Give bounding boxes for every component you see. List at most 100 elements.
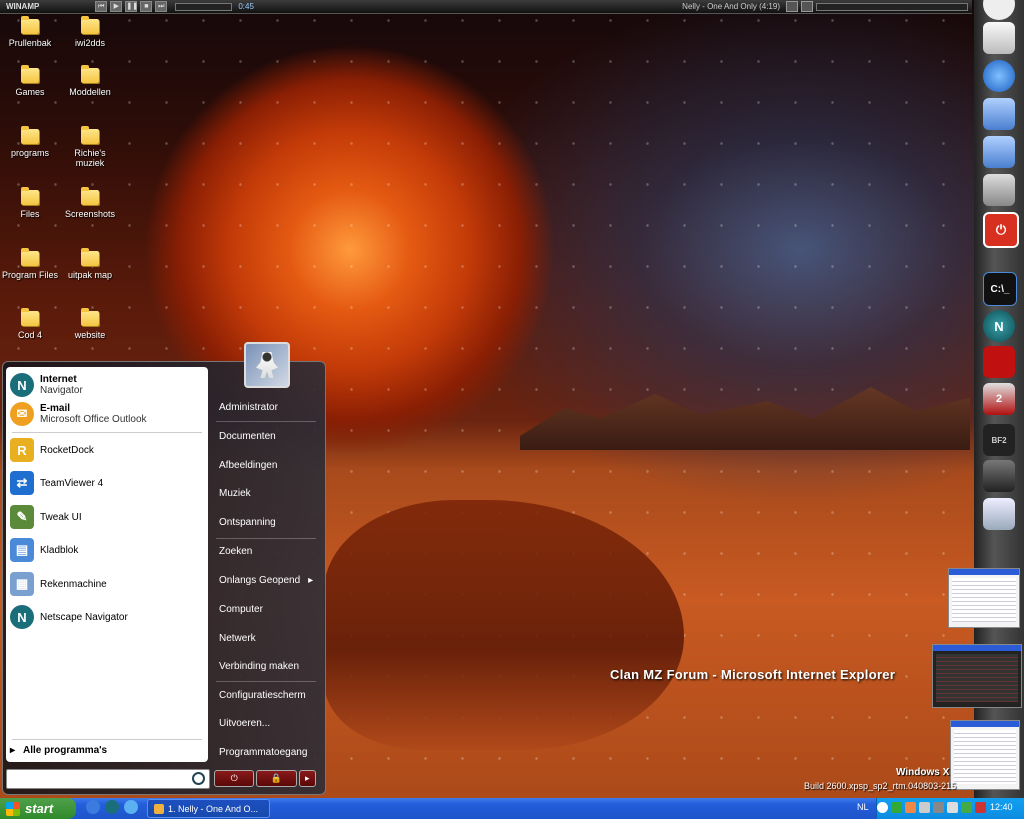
taskbar-clock[interactable]: 12:40 <box>990 802 1013 812</box>
play-icon[interactable]: ▶ <box>110 1 123 12</box>
quicklaunch-netscape-icon[interactable] <box>105 800 119 814</box>
program-netscape-navigator[interactable]: N Netscape Navigator <box>6 602 208 632</box>
window-thumbnail-task-manager[interactable] <box>950 720 1020 790</box>
lock-button[interactable]: 🔒 <box>256 770 297 787</box>
folder-icon <box>21 65 39 83</box>
teamviewer-icon: ⇄ <box>10 471 34 495</box>
shutdown-button[interactable]: ⏻ <box>214 770 255 787</box>
command-prompt-icon[interactable]: C:\_ <box>983 272 1017 306</box>
ie-window-title: Clan MZ Forum - Microsoft Internet Explo… <box>610 667 896 682</box>
start-menu-programs-panel: N Internet Navigator ✉ E-mail Microsoft Of… <box>6 367 208 762</box>
winamp-song-title: Nelly - One And Only (4:19) <box>682 2 780 11</box>
program-rocketdock[interactable]: R RocketDock <box>6 435 208 465</box>
all-programs-button[interactable]: ▸ Alle programma's <box>4 745 107 756</box>
desktop-icon-moddellen[interactable]: Moddellen <box>60 65 120 97</box>
folder-icon <box>21 187 39 205</box>
documents-icon[interactable] <box>983 22 1015 54</box>
pause-icon[interactable]: ❚❚ <box>125 1 138 12</box>
window-thumbnail-ie[interactable] <box>932 644 1022 708</box>
recycle-bin-icon[interactable] <box>983 498 1015 530</box>
start-right-programmatoegang[interactable]: Programmatoegang <box>219 747 307 758</box>
tray-app-icon[interactable] <box>947 802 958 813</box>
start-right-documenten[interactable]: Documenten <box>219 431 276 442</box>
program-tweak-ui[interactable]: ✎ Tweak UI <box>6 502 208 532</box>
winamp-mode-button[interactable] <box>801 1 813 12</box>
battlefield-icon[interactable]: BF2 <box>983 424 1015 456</box>
desktop-icon-prullenbak[interactable]: Prullenbak <box>0 16 60 48</box>
start-right-computer[interactable]: Computer <box>219 604 263 615</box>
desktop-icon-programs[interactable]: programs <box>0 126 60 158</box>
winamp-controls: ⏮ ▶ ❚❚ ■ ⏭ <box>95 1 168 12</box>
program-rekenmachine[interactable]: ▦ Rekenmachine <box>6 569 208 599</box>
desktop-icon-iwi2dds[interactable]: iwi2dds <box>60 16 120 48</box>
desktop-icon-screenshots[interactable]: Screenshots <box>60 187 120 219</box>
desktop-icon-website[interactable]: website <box>60 308 120 340</box>
folder-icon[interactable] <box>983 98 1015 130</box>
desktop-icon-program-files[interactable]: Program Files <box>0 248 60 280</box>
vegas-icon[interactable]: 2 <box>983 383 1015 415</box>
desktop-icon-games[interactable]: Games <box>0 65 60 97</box>
separator <box>216 421 316 422</box>
program-teamviewer[interactable]: ⇄ TeamViewer 4 <box>6 468 208 498</box>
desktop-icon-richies-muziek[interactable]: Richie's muziek <box>60 126 120 168</box>
tray-app-icon[interactable] <box>975 802 986 813</box>
build-watermark: Build 2600.xpsp_sp2_rtm.040803-215 <box>804 781 957 791</box>
winamp-menu-button[interactable] <box>786 1 798 12</box>
windows-logo-icon <box>6 801 20 816</box>
winamp-seek-bar[interactable] <box>175 2 233 11</box>
pinned-internet[interactable]: N Internet Navigator <box>6 370 208 400</box>
start-right-uitvoeren[interactable]: Uitvoeren... <box>219 718 270 729</box>
next-icon[interactable]: ⏭ <box>155 1 168 12</box>
helmet-icon[interactable] <box>983 460 1015 492</box>
quicklaunch-desktop-icon[interactable] <box>86 800 100 814</box>
network-folder-icon[interactable] <box>983 136 1015 168</box>
folder-icon <box>81 308 99 326</box>
taskbar-button-winamp[interactable]: 1. Nelly - One And O... <box>147 799 270 818</box>
start-right-muziek[interactable]: Muziek <box>219 488 251 499</box>
tools-icon[interactable] <box>983 174 1015 206</box>
start-right-onlangs-geopend[interactable]: Onlangs Geopend ▸ <box>219 575 313 586</box>
windows-watermark: Windows X <box>896 767 950 778</box>
tray-app-icon[interactable] <box>905 802 916 813</box>
desktop-icon-uitpak-map[interactable]: uitpak map <box>60 248 120 280</box>
program-kladblok[interactable]: ▤ Kladblok <box>6 535 208 565</box>
language-indicator[interactable]: NL <box>857 802 869 812</box>
tray-app-icon[interactable] <box>961 802 972 813</box>
tray-expand-icon[interactable] <box>877 802 888 813</box>
power-icon[interactable]: ⏻ <box>983 212 1019 248</box>
outlook-icon: ✉ <box>10 402 34 426</box>
start-right-ontspanning[interactable]: Ontspanning <box>219 517 276 528</box>
arrow-right-icon: ▸ <box>10 745 16 756</box>
pinned-email[interactable]: ✉ E-mail Microsoft Office Outlook <box>6 399 208 429</box>
desktop-icon-files[interactable]: Files <box>0 187 60 219</box>
start-right-verbinding-maken[interactable]: Verbinding maken <box>219 661 299 672</box>
winamp-volume-slider[interactable] <box>816 2 968 11</box>
clock-icon[interactable] <box>983 0 1015 20</box>
start-right-administrator[interactable]: Administrator <box>219 402 278 413</box>
start-right-netwerk[interactable]: Netwerk <box>219 633 256 644</box>
start-right-configuratiescherm[interactable]: Configuratiescherm <box>219 690 306 701</box>
stop-icon[interactable]: ■ <box>140 1 153 12</box>
winamp-time: 0:45 <box>238 2 254 11</box>
netscape-icon[interactable]: N <box>983 310 1015 342</box>
tray-volume-icon[interactable] <box>933 802 944 813</box>
notepad-icon: ▤ <box>10 538 34 562</box>
quicklaunch-ie-icon[interactable] <box>124 800 138 814</box>
user-avatar[interactable] <box>244 342 290 388</box>
start-right-afbeeldingen[interactable]: Afbeeldingen <box>219 460 277 471</box>
start-button[interactable]: start <box>0 798 76 819</box>
start-right-zoeken[interactable]: Zoeken <box>219 546 252 557</box>
start-search-input[interactable] <box>6 769 210 789</box>
game-icon[interactable] <box>983 346 1015 378</box>
globe-icon[interactable] <box>983 60 1015 92</box>
tray-app-icon[interactable] <box>891 802 902 813</box>
previous-icon[interactable]: ⏮ <box>95 1 108 12</box>
window-thumbnail-netscape[interactable] <box>948 568 1020 628</box>
power-buttons: ⏻ 🔒 ▸ <box>214 770 316 787</box>
search-icon[interactable] <box>192 772 205 785</box>
folder-icon <box>81 248 99 266</box>
power-options-arrow-icon[interactable]: ▸ <box>298 770 316 787</box>
winamp-bar[interactable]: WINAMP ⏮ ▶ ❚❚ ■ ⏭ 0:45 Nelly - One And O… <box>0 0 972 14</box>
tray-network-icon[interactable] <box>919 802 930 813</box>
desktop-icon-cod4[interactable]: Cod 4 <box>0 308 60 340</box>
